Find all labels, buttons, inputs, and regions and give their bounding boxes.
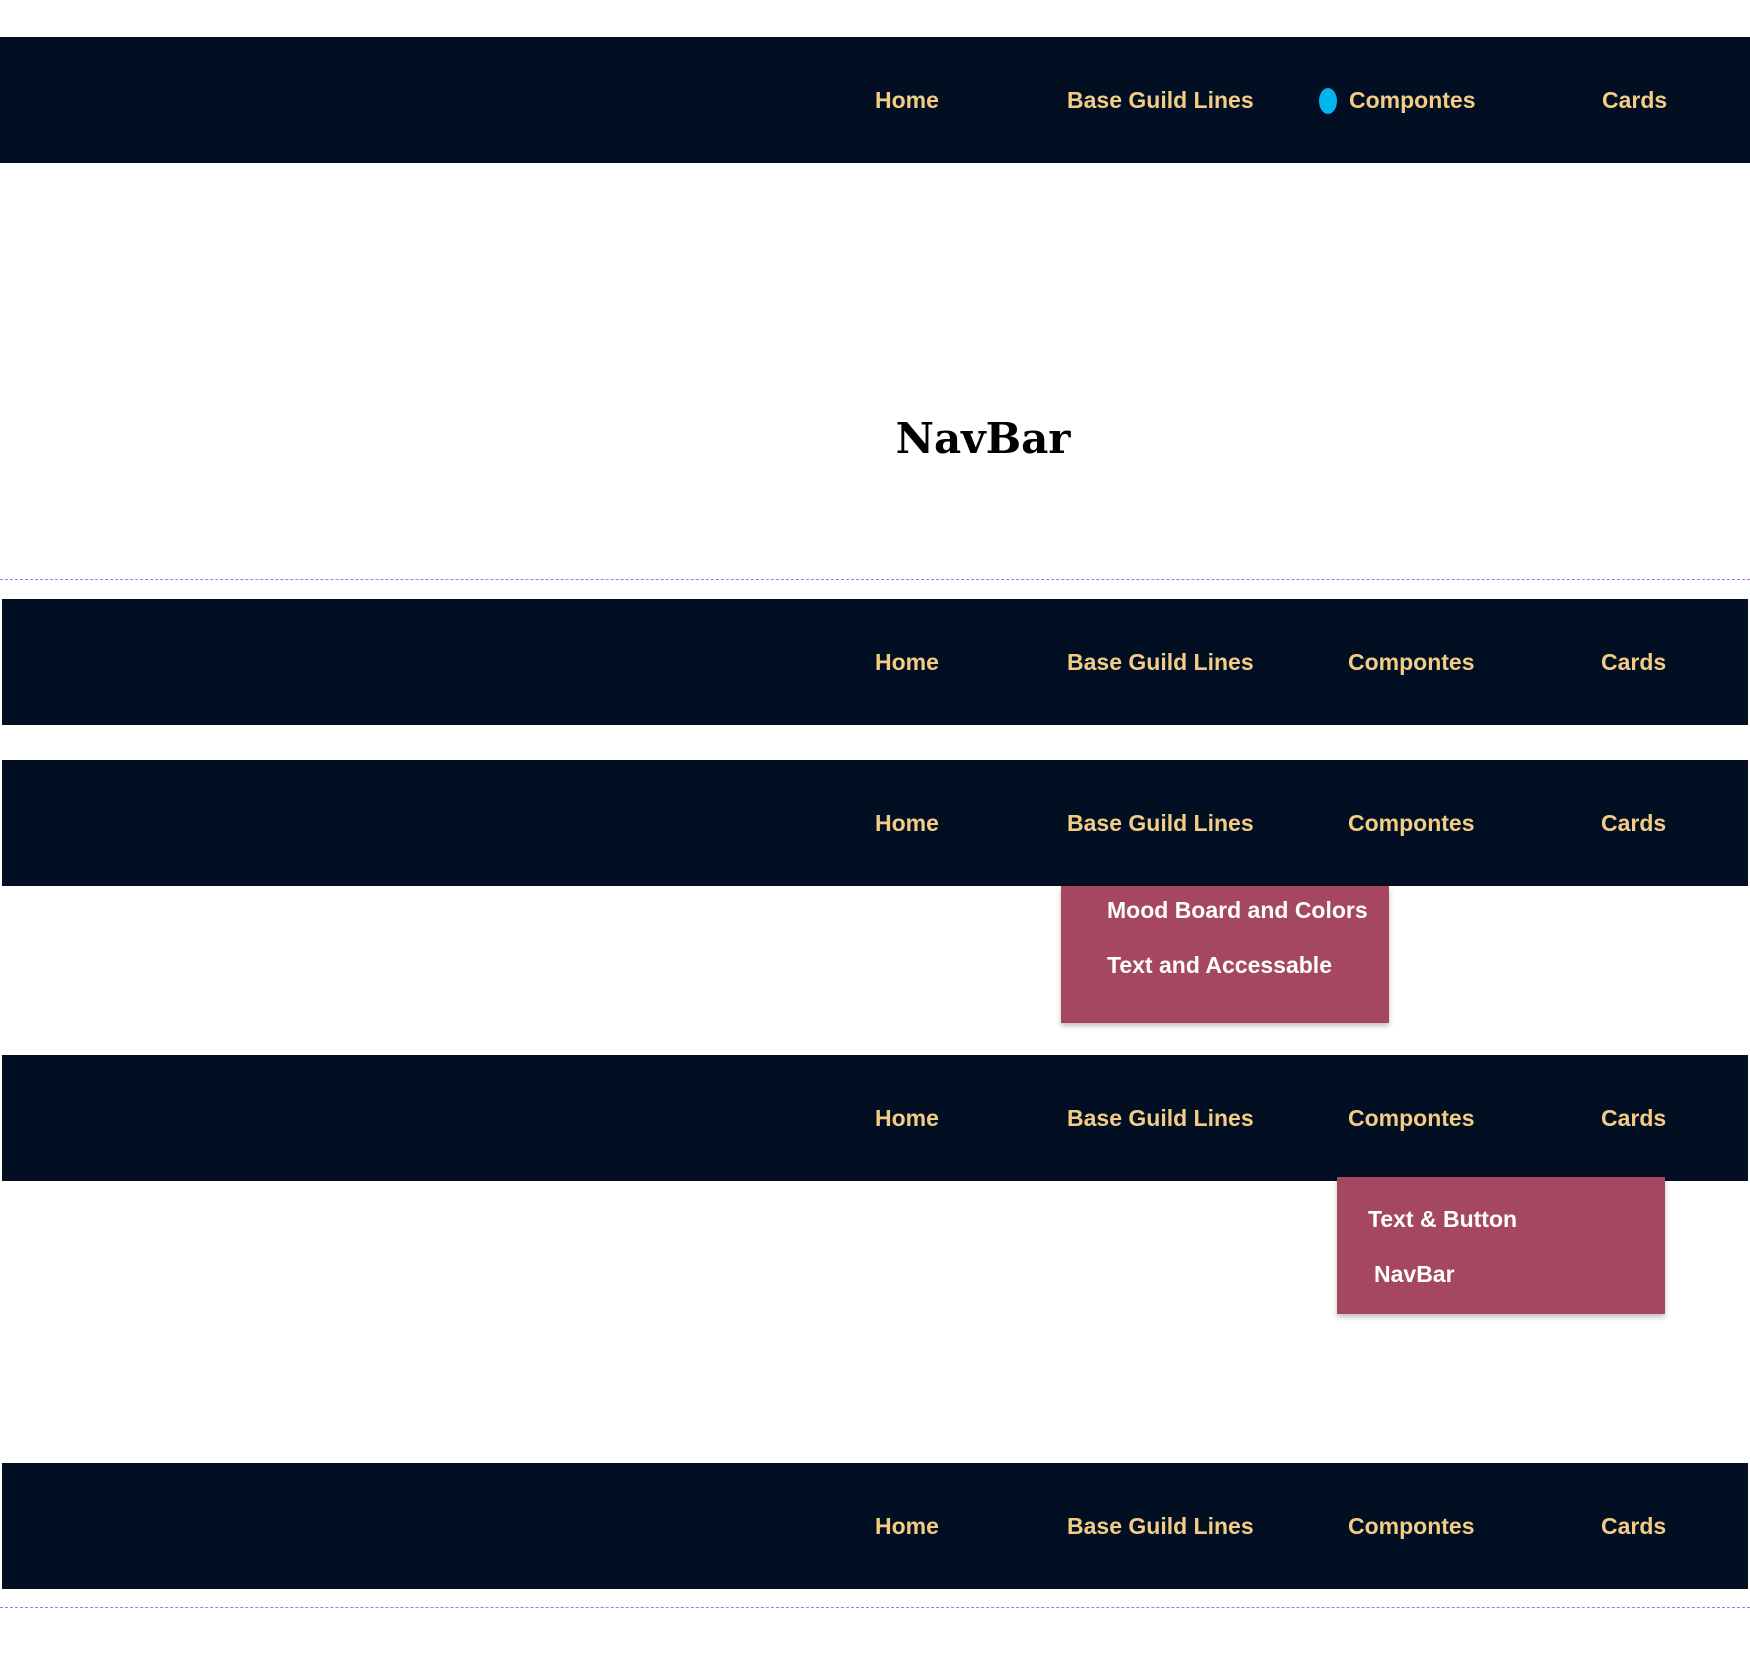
navbar-top: Home Base Guild Lines Compontes Cards bbox=[0, 37, 1750, 163]
section-divider-bottom bbox=[0, 1607, 1750, 1608]
dropdown-item-text-button[interactable]: Text & Button bbox=[1368, 1206, 1517, 1233]
navbar-variant-guidelines-open: Home Base Guild Lines Compontes Cards bbox=[2, 760, 1748, 886]
nav-link-base-guidelines[interactable]: Base Guild Lines bbox=[1067, 599, 1254, 725]
nav-link-cards[interactable]: Cards bbox=[1601, 1463, 1666, 1589]
nav-link-base-guidelines[interactable]: Base Guild Lines bbox=[1067, 1055, 1254, 1181]
nav-link-cards[interactable]: Cards bbox=[1602, 37, 1667, 163]
dropdown-item-text-accessible[interactable]: Text and Accessable bbox=[1107, 952, 1332, 979]
dropdown-item-navbar[interactable]: NavBar bbox=[1374, 1261, 1455, 1288]
page-title: NavBar bbox=[895, 414, 1071, 463]
navbar-variant-components-open: Home Base Guild Lines Compontes Cards bbox=[2, 1055, 1748, 1181]
nav-link-cards[interactable]: Cards bbox=[1601, 760, 1666, 886]
pointer-dot-icon bbox=[1319, 88, 1337, 114]
nav-link-components[interactable]: Compontes bbox=[1348, 599, 1475, 725]
dropdown-item-mood-board[interactable]: Mood Board and Colors bbox=[1107, 897, 1368, 924]
nav-link-home[interactable]: Home bbox=[875, 1463, 939, 1589]
nav-link-home[interactable]: Home bbox=[875, 599, 939, 725]
dropdown-components: Text & Button NavBar bbox=[1337, 1177, 1665, 1314]
nav-link-base-guidelines[interactable]: Base Guild Lines bbox=[1067, 760, 1254, 886]
nav-link-components[interactable]: Compontes bbox=[1349, 37, 1476, 163]
nav-link-components[interactable]: Compontes bbox=[1348, 1463, 1475, 1589]
nav-link-home[interactable]: Home bbox=[875, 37, 939, 163]
nav-link-cards[interactable]: Cards bbox=[1601, 1055, 1666, 1181]
navbar-variant-bottom: Home Base Guild Lines Compontes Cards bbox=[2, 1463, 1748, 1589]
navbar-variant-default: Home Base Guild Lines Compontes Cards bbox=[2, 599, 1748, 725]
nav-link-base-guidelines[interactable]: Base Guild Lines bbox=[1067, 1463, 1254, 1589]
nav-link-cards[interactable]: Cards bbox=[1601, 599, 1666, 725]
nav-link-components[interactable]: Compontes bbox=[1348, 1055, 1475, 1181]
nav-link-home[interactable]: Home bbox=[875, 760, 939, 886]
dropdown-base-guidelines: Mood Board and Colors Text and Accessabl… bbox=[1061, 886, 1389, 1023]
nav-link-components[interactable]: Compontes bbox=[1348, 760, 1475, 886]
nav-link-base-guidelines[interactable]: Base Guild Lines bbox=[1067, 37, 1254, 163]
nav-link-home[interactable]: Home bbox=[875, 1055, 939, 1181]
section-divider-top bbox=[0, 579, 1750, 580]
